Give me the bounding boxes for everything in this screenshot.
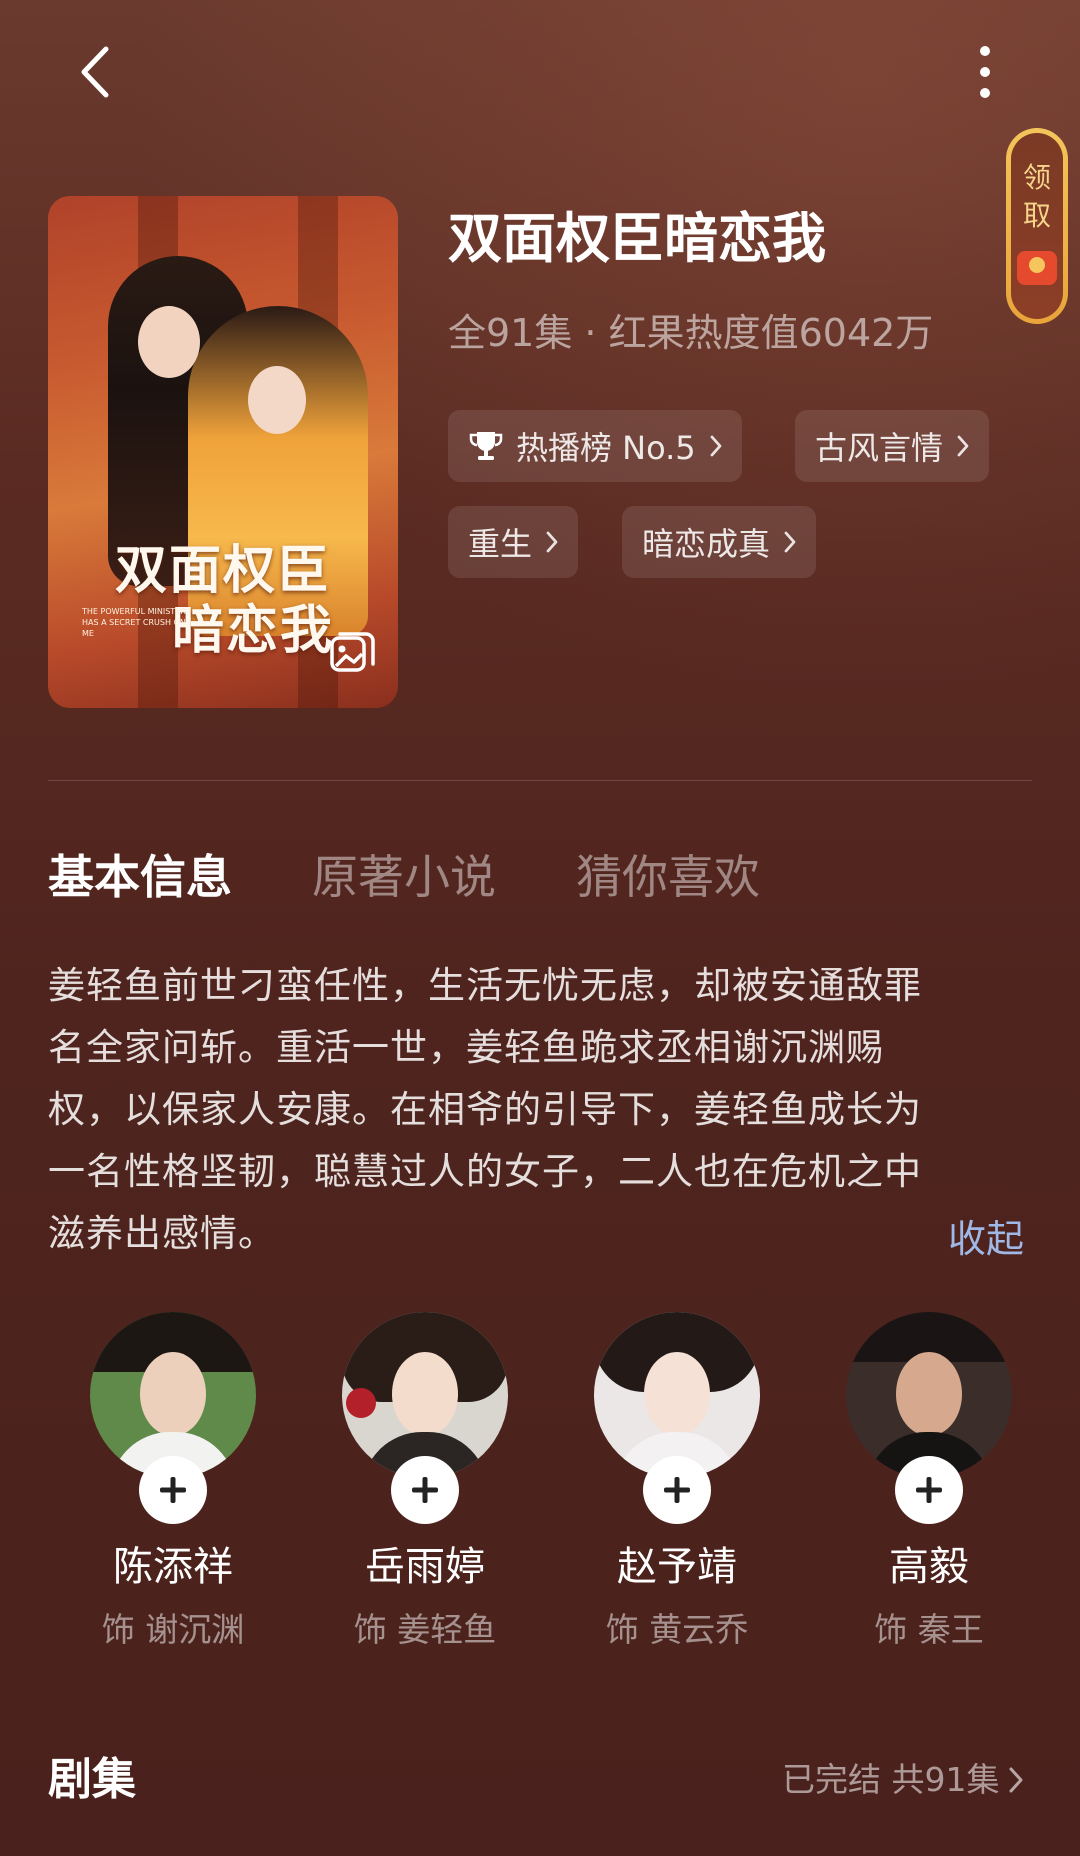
episodes-section-title: 剧集 (48, 1754, 136, 1805)
tag-rebirth-label: 重生 (468, 525, 533, 563)
chevron-right-icon (957, 435, 969, 457)
top-bar (0, 0, 1080, 150)
tag-genre-label: 古风言情 (815, 429, 944, 467)
avatar[interactable] (846, 1312, 1012, 1478)
episodes-status-label: 已完结 共91集 (782, 1760, 1000, 1799)
avatar[interactable] (342, 1312, 508, 1478)
chevron-right-icon (784, 531, 796, 553)
follow-button[interactable] (139, 1456, 207, 1524)
tab-original-novel[interactable]: 原著小说 (312, 842, 496, 912)
cast-role: 饰 谢沉渊 (101, 1610, 245, 1649)
chevron-right-icon (710, 435, 722, 457)
show-poster[interactable]: 双面权臣 暗恋我 THE POWERFUL MINISTER HAS A SEC… (48, 196, 398, 708)
show-meta: 全91集 · 红果热度值6042万 (448, 311, 934, 355)
collapse-synopsis-link[interactable]: 收起 (948, 1208, 1024, 1270)
red-packet-icon (1017, 251, 1057, 285)
synopsis-line: 名全家问斩。重活一世，姜轻鱼跪求丞相谢沉渊赐 (48, 1026, 884, 1069)
tab-basic-info[interactable]: 基本信息 (48, 842, 232, 912)
synopsis-line: 滋养出感情。 (48, 1212, 276, 1255)
claim-reward-label: 领取 (1022, 161, 1051, 232)
poster-face-female (248, 366, 306, 434)
cast-role: 饰 姜轻鱼 (353, 1610, 497, 1649)
avatar[interactable] (594, 1312, 760, 1478)
poster-gallery-button[interactable] (326, 628, 378, 678)
cast-role: 饰 秦王 (874, 1610, 984, 1649)
follow-button[interactable] (643, 1456, 711, 1524)
cast-member[interactable]: 陈添祥 饰 谢沉渊 (48, 1312, 298, 1652)
cast-member[interactable]: 赵予靖 饰 黄云乔 (552, 1312, 802, 1652)
cast-list: 陈添祥 饰 谢沉渊 岳雨婷 饰 姜轻鱼 赵予靖 饰 黄云乔 高毅 饰 秦王 (0, 1312, 1080, 1652)
chevron-right-icon (1009, 1767, 1023, 1793)
avatar[interactable] (90, 1312, 256, 1478)
tag-genre[interactable]: 古风言情 (795, 410, 990, 482)
section-divider (48, 780, 1032, 781)
poster-face-male (138, 306, 200, 378)
synopsis-line: 权，以保家人安康。在相爷的引导下，姜轻鱼成长为 (48, 1088, 922, 1131)
more-button[interactable] (960, 42, 1010, 102)
cast-name: 高毅 (889, 1544, 969, 1590)
back-button[interactable] (70, 42, 120, 102)
poster-title-line1: 双面权臣 (114, 540, 331, 601)
tag-secret-love[interactable]: 暗恋成真 (622, 506, 817, 578)
plus-icon (160, 1477, 186, 1503)
tab-recommendations[interactable]: 猜你喜欢 (576, 842, 760, 912)
cast-name: 陈添祥 (113, 1544, 233, 1590)
show-title: 双面权臣暗恋我 (448, 207, 826, 270)
plus-icon (412, 1477, 438, 1503)
synopsis-line: 姜轻鱼前世刁蛮任性，生活无忧无虑，却被安通敌罪 (48, 964, 922, 1007)
claim-reward-inner: 领取 (1011, 133, 1063, 319)
plus-icon (916, 1477, 942, 1503)
cast-name: 岳雨婷 (365, 1544, 485, 1590)
tag-ranking[interactable]: 热播榜 No.5 (448, 410, 742, 482)
follow-button[interactable] (391, 1456, 459, 1524)
cast-member[interactable]: 岳雨婷 饰 姜轻鱼 (300, 1312, 550, 1652)
trophy-icon (468, 430, 504, 462)
cast-name: 赵予靖 (617, 1544, 737, 1590)
plus-icon (664, 1477, 690, 1503)
chevron-right-icon (546, 531, 558, 553)
episodes-status-link[interactable]: 已完结 共91集 (782, 1752, 1023, 1808)
synopsis-line: 一名性格坚韧，聪慧过人的女子，二人也在危机之中 (48, 1150, 922, 1193)
tag-secret-love-label: 暗恋成真 (642, 525, 771, 563)
tag-ranking-label: 热播榜 No.5 (516, 429, 696, 467)
poster-subtitle: THE POWERFUL MINISTER HAS A SECRET CRUSH… (82, 607, 186, 638)
cast-member[interactable]: 高毅 饰 秦王 (804, 1312, 1054, 1652)
synopsis-text: 姜轻鱼前世刁蛮任性，生活无忧无虑，却被安通敌罪 名全家问斩。重活一世，姜轻鱼跪求… (48, 955, 1038, 1265)
tag-rebirth[interactable]: 重生 (448, 506, 579, 578)
follow-button[interactable] (895, 1456, 963, 1524)
cast-role: 饰 黄云乔 (605, 1610, 749, 1649)
chevron-left-icon (81, 46, 109, 98)
image-gallery-icon (330, 632, 375, 672)
claim-reward-widget[interactable]: 领取 (1006, 128, 1068, 324)
more-vertical-icon (980, 46, 990, 98)
